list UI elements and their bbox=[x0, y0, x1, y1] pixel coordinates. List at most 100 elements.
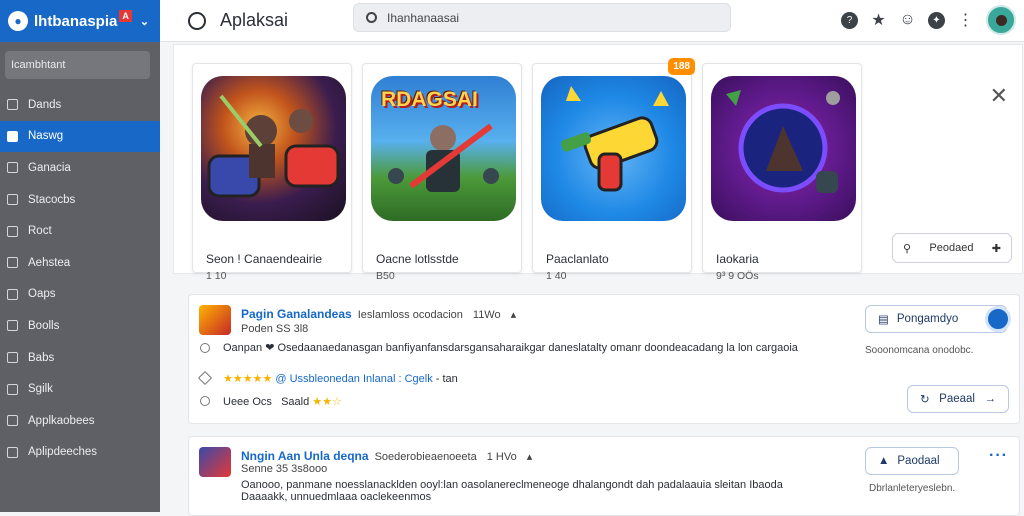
result-thumbnail bbox=[199, 447, 231, 477]
sidebar-item-icon bbox=[7, 446, 18, 458]
document-icon: ▤ bbox=[878, 314, 889, 326]
secondary-action-button[interactable]: ↻ Paeaal → bbox=[907, 385, 1009, 413]
featured-card-1[interactable]: Seon ! Canaendeairie 1 10 bbox=[192, 63, 352, 282]
caret-up-icon: ▴ bbox=[526, 451, 533, 463]
chat-icon[interactable]: ✦ bbox=[928, 11, 945, 29]
brand-name: lhtbanaspia bbox=[34, 12, 118, 30]
featured-action-label: Peodaed bbox=[929, 242, 974, 254]
sidebar-item-3[interactable]: Stacocbs bbox=[0, 184, 160, 216]
sidebar-item-11[interactable]: Aplipdeeches bbox=[0, 437, 160, 469]
secondary-action-label: Paeaal bbox=[939, 393, 975, 405]
more-horizontal-icon[interactable]: ··· bbox=[989, 447, 1008, 465]
sidebar: ● lhtbanaspia A ⌄ Icambhtant Dands Naswg G… bbox=[0, 0, 160, 512]
topbar-actions: ? ★ ☺ ✦ ⋮ bbox=[841, 5, 1016, 35]
close-icon[interactable]: ✕ bbox=[990, 83, 1008, 109]
search-icon bbox=[366, 12, 377, 23]
sidebar-item-icon bbox=[7, 162, 18, 174]
featured-panel: Seon ! Canaendeairie 1 10 RDAGSAI Oacne … bbox=[173, 44, 1023, 282]
result-title[interactable]: Pagin Ganalandeas bbox=[241, 307, 352, 321]
caret-up-icon: ▴ bbox=[510, 309, 517, 321]
search-input[interactable] bbox=[387, 10, 687, 25]
result-rating-line: ★★★★★ @ Ussbleonedan Inlanal : Cgelk - t… bbox=[223, 372, 458, 385]
sidebar-item-label: Sgilk bbox=[28, 383, 53, 396]
sidebar-item-icon bbox=[7, 130, 18, 142]
result-description: Oanooo, panmane noesslanacklden ooyl:lan… bbox=[241, 479, 783, 491]
primary-action-button[interactable]: ▲ Paodaal bbox=[865, 447, 959, 475]
app-logo-icon bbox=[188, 11, 206, 30]
featured-card-3[interactable]: 188 Paaclanlato 1 40 bbox=[532, 58, 695, 282]
sidebar-item-4[interactable]: Roct bbox=[0, 215, 160, 247]
sidebar-item-5[interactable]: Aehstea bbox=[0, 247, 160, 279]
puzzle-icon: ✚ bbox=[991, 242, 1001, 255]
result-note: Dbrlanleteryeslebn. bbox=[869, 483, 956, 494]
sidebar-item-label: Boolls bbox=[28, 319, 60, 332]
rating-stars: ★★★★★ bbox=[223, 373, 273, 385]
brand-header[interactable]: ● lhtbanaspia A ⌄ bbox=[0, 0, 160, 42]
comment-icon bbox=[200, 396, 210, 406]
crystal-orb-art-icon bbox=[726, 90, 840, 193]
featured-card-name: Paaclanlato bbox=[546, 252, 609, 266]
sidebar-item-icon bbox=[7, 194, 18, 206]
result-item-2[interactable]: Nngin Aan Unla deqna Soederobieaenoeeta 1 … bbox=[188, 436, 1020, 516]
sidebar-nav: Dands Naswg Ganacia Stacocbs Roct Aehstea Oaps… bbox=[0, 89, 160, 468]
result-link[interactable]: @ Ussbleonedan Inlanal : Cgelk bbox=[275, 373, 432, 385]
sidebar-item-8[interactable]: Babs bbox=[0, 342, 160, 374]
reaction-stars: ★★☆ bbox=[312, 396, 342, 408]
more-vertical-icon[interactable]: ⋮ bbox=[957, 12, 974, 29]
result-link-tail: - tan bbox=[435, 373, 458, 385]
sidebar-item-6[interactable]: Oaps bbox=[0, 279, 160, 311]
featured-card-meta: 1 40 bbox=[546, 270, 567, 282]
star-icon[interactable]: ★ bbox=[870, 12, 887, 29]
tag-icon bbox=[197, 370, 213, 386]
result-subtitle: Ieslamloss ocodacion bbox=[357, 309, 463, 321]
featured-card-meta: 1 10 bbox=[206, 270, 227, 282]
sidebar-item-icon bbox=[7, 320, 18, 332]
controller-art-icon bbox=[207, 94, 340, 198]
featured-card-meta: B50 bbox=[376, 270, 395, 282]
help-icon[interactable]: ? bbox=[841, 11, 858, 29]
reaction-text: Ueee Ocs bbox=[223, 396, 272, 408]
result-description-2: Daaaakk, unnuedmlaaa oaclekeenmos bbox=[241, 491, 432, 503]
avatar[interactable] bbox=[986, 5, 1016, 35]
sidebar-item-9[interactable]: Sgilk bbox=[0, 373, 160, 405]
featured-card-4[interactable]: Iaokaria 9³ 9 OÖs bbox=[702, 63, 862, 282]
result-count: 11Wo bbox=[472, 309, 501, 321]
sidebar-item-2[interactable]: Ganacia bbox=[0, 152, 160, 184]
chevron-down-icon[interactable]: ⌄ bbox=[140, 15, 149, 28]
sidebar-item-icon bbox=[7, 257, 18, 269]
result-title-line: Nngin Aan Unla deqna Soederobieaenoeeta 1 … bbox=[241, 449, 532, 463]
sidebar-item-icon bbox=[7, 383, 18, 395]
result-subtitle: Soederobieaenoeeta bbox=[374, 451, 477, 463]
search-bar[interactable] bbox=[353, 3, 731, 32]
sidebar-item-label: Aplipdeeches bbox=[28, 446, 98, 459]
sidebar-item-1[interactable]: Naswg bbox=[0, 120, 160, 153]
toggle-dot-icon[interactable] bbox=[985, 306, 1011, 332]
sidebar-item-10[interactable]: Applkaobees bbox=[0, 405, 160, 437]
result-item-1[interactable]: Pagin Ganalandeas Ieslamloss ocodacion 11W… bbox=[188, 294, 1020, 424]
primary-action-label: Paodaal bbox=[897, 455, 940, 467]
sidebar-item-label: Babs bbox=[28, 351, 55, 364]
notification-icon[interactable]: ☺ bbox=[899, 11, 916, 29]
sidebar-item-icon bbox=[7, 415, 18, 427]
app-artwork-3 bbox=[541, 76, 686, 221]
sidebar-item-label: Naswg bbox=[28, 130, 64, 143]
app-artwork-4 bbox=[711, 76, 856, 221]
sidebar-search[interactable]: Icambhtant bbox=[5, 51, 150, 79]
sidebar-item-icon bbox=[7, 225, 18, 237]
sidebar-item-7[interactable]: Boolls bbox=[0, 310, 160, 342]
result-thumbnail bbox=[199, 305, 231, 335]
result-count: 1 HVo bbox=[486, 451, 517, 463]
sidebar-item-label: Ganacia bbox=[28, 161, 71, 174]
featured-action-button[interactable]: ⚲ Peodaed ✚ bbox=[892, 233, 1012, 263]
featured-card-name: Oacne lotlsstde bbox=[376, 252, 459, 266]
result-title[interactable]: Nngin Aan Unla deqna bbox=[241, 449, 369, 463]
sidebar-item-label: Dands bbox=[28, 98, 62, 111]
avatar-face bbox=[995, 14, 1007, 26]
thumbs-up-icon: ▲ bbox=[878, 455, 890, 467]
refresh-icon: ↻ bbox=[920, 394, 930, 406]
result-date: Senne 35 3s8ooo bbox=[241, 463, 328, 475]
sidebar-item-0[interactable]: Dands bbox=[0, 89, 160, 121]
new-badge: 188 bbox=[668, 58, 695, 75]
featured-card-2[interactable]: RDAGSAI Oacne lotlsstde B50 bbox=[362, 63, 522, 282]
sidebar-item-label: Applkaobees bbox=[28, 414, 95, 427]
